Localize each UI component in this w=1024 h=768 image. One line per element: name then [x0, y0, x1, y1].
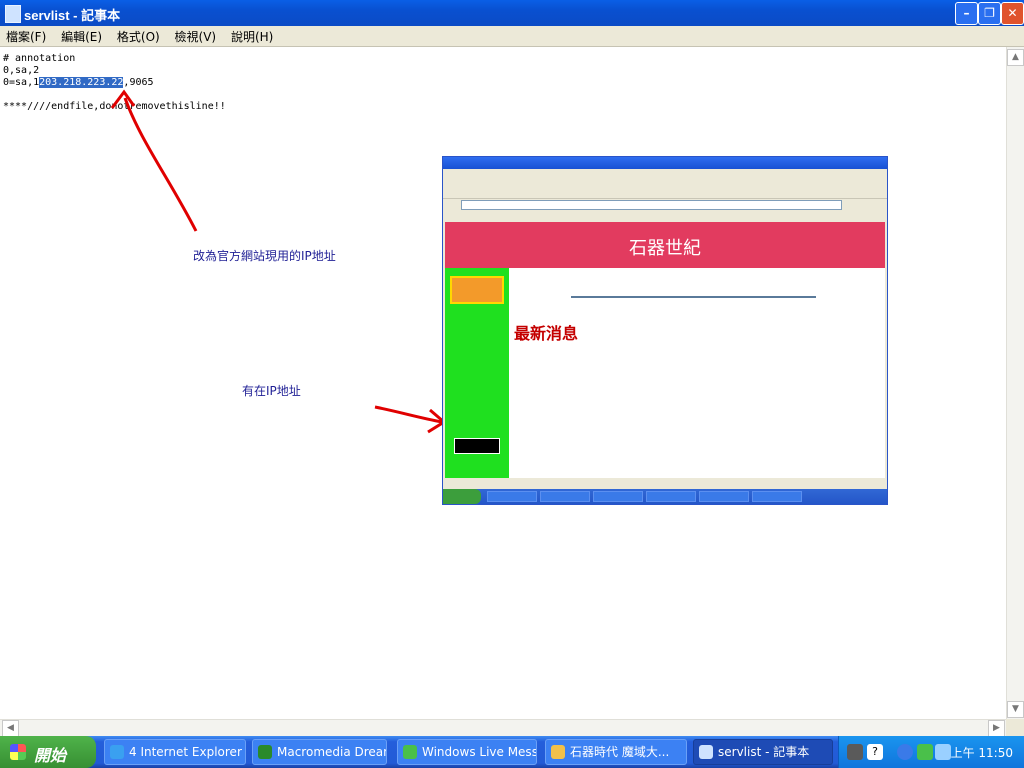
keyboard-icon[interactable] [847, 744, 863, 760]
embedded-address-box [461, 200, 842, 210]
taskbar-item-label: 石器時代 魔域大... [570, 745, 670, 759]
chevron-left-icon[interactable] [897, 744, 913, 760]
arrow-to-ip [123, 97, 198, 232]
taskbar-item-label: servlist - 記事本 [718, 745, 810, 759]
clock[interactable]: 上午 11:50 [951, 744, 1013, 761]
embedded-task-5 [699, 491, 749, 502]
annotation-note-2: 有在IP地址 [242, 384, 301, 398]
embedded-banner-title: 石器世紀 [629, 238, 701, 259]
embedded-menu-bar [443, 169, 887, 179]
taskbar-item-label: 4 Internet Explorer [129, 745, 242, 759]
embedded-screenshot: 石器世紀 最新消息 [442, 156, 888, 505]
embedded-task-1 [487, 491, 537, 502]
embedded-main-content: 最新消息 [509, 268, 885, 478]
taskbar-item-label: Macromedia Dream... [277, 745, 386, 759]
embedded-news-heading: 最新消息 [514, 324, 579, 343]
embedded-divider [571, 296, 816, 298]
embedded-task-2 [540, 491, 590, 502]
embedded-start-button [443, 489, 481, 504]
embedded-address-bar [443, 199, 887, 210]
folder-icon [551, 745, 565, 759]
ie-icon [110, 745, 124, 759]
taskbar-item-messenger[interactable]: Windows Live Mess... [397, 739, 537, 765]
taskbar: 開始 4 Internet Explorer Macromedia Dream.… [0, 736, 1024, 768]
network-icon[interactable] [935, 744, 951, 760]
start-button[interactable]: 開始 [0, 736, 96, 768]
arrow-to-screenshot [374, 405, 443, 424]
embedded-taskbar [443, 489, 887, 504]
windows-logo-icon [10, 744, 26, 760]
arrow-to-ip-head [110, 89, 136, 109]
taskbar-item-label: Windows Live Mess... [422, 745, 537, 759]
embedded-toolbar [443, 180, 887, 199]
embedded-barcode-graphic [454, 438, 500, 454]
system-tray: ? 上午 11:50 [838, 736, 1024, 768]
embedded-task-3 [593, 491, 643, 502]
messenger-icon [403, 745, 417, 759]
start-label: 開始 [34, 746, 67, 765]
embedded-task-6 [752, 491, 802, 502]
messenger-tray-icon[interactable] [917, 744, 933, 760]
annotation-note-1: 改為官方網站現用的IP地址 [193, 249, 336, 263]
embedded-task-4 [646, 491, 696, 502]
taskbar-item-internet-explorer[interactable]: 4 Internet Explorer [104, 739, 246, 765]
embedded-status-bar [443, 478, 887, 488]
embedded-banner: 石器世紀 [445, 222, 885, 268]
dreamweaver-icon [258, 745, 272, 759]
taskbar-item-dreamweaver[interactable]: Macromedia Dream... [252, 739, 387, 765]
embedded-logo [450, 276, 504, 304]
embedded-sidebar [445, 268, 509, 478]
taskbar-item-notepad[interactable]: servlist - 記事本 [693, 739, 833, 765]
help-icon[interactable]: ? [867, 744, 883, 760]
embedded-title-bar [443, 157, 887, 169]
notepad-icon [699, 745, 713, 759]
taskbar-item-folder[interactable]: 石器時代 魔域大... [545, 739, 687, 765]
embedded-links-bar [443, 211, 887, 221]
